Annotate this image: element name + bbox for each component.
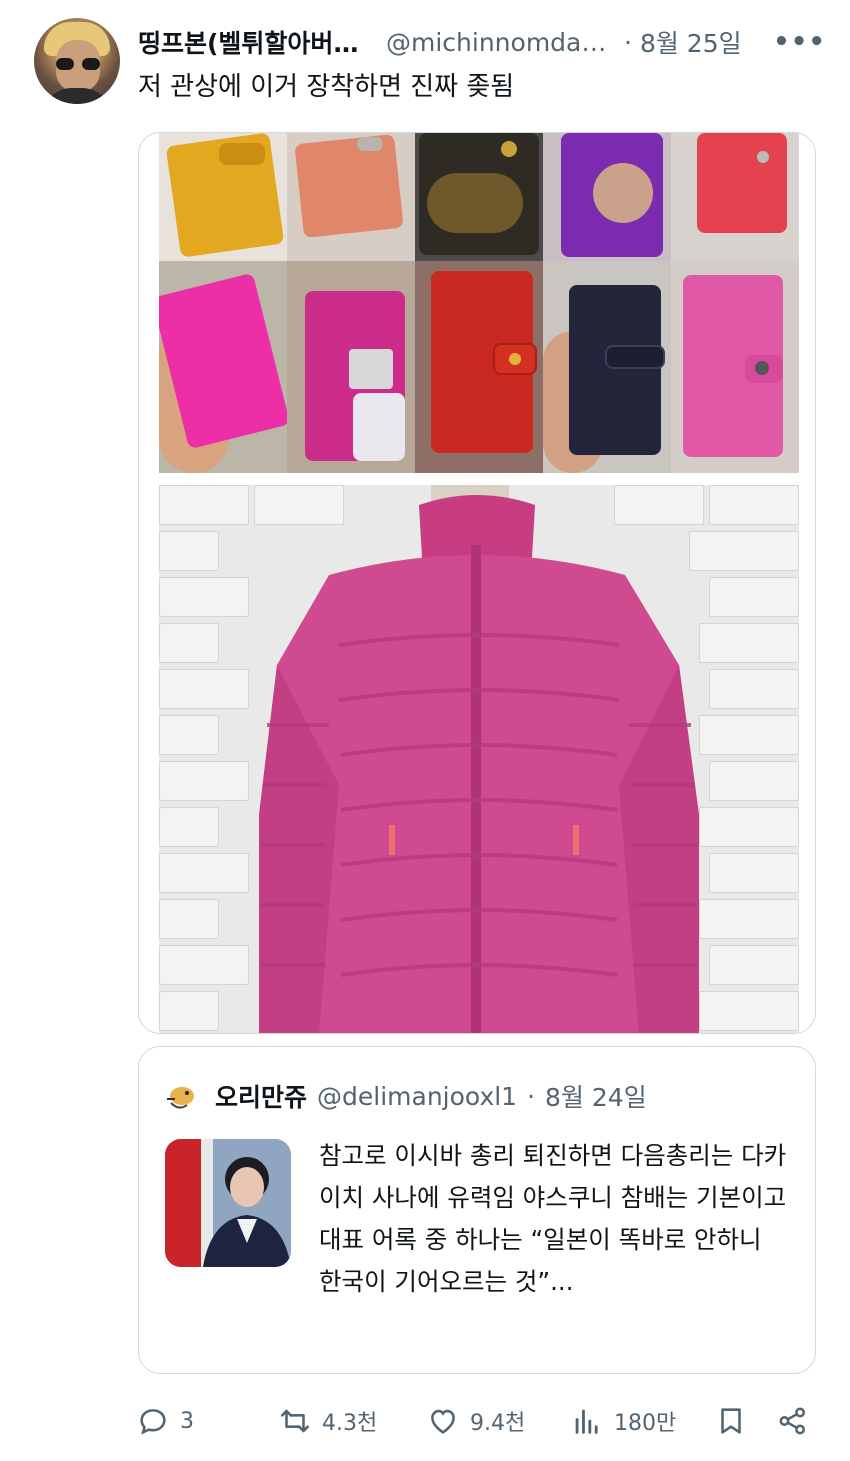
like-button[interactable]: 9.4천	[426, 1398, 525, 1444]
bookmark-icon	[721, 1408, 741, 1434]
quoted-tweet[interactable]: 오리만쥬 @delimanjooxl1 · 8월 24일 참고로 이시바 총리 …	[138, 1046, 816, 1374]
quote-thumbnail[interactable]	[165, 1139, 291, 1267]
tweet-date[interactable]: 8월 25일	[640, 24, 742, 60]
author-name[interactable]: 띵프본(벨튀할아버지)	[138, 24, 366, 60]
reply-button[interactable]: 3	[136, 1398, 194, 1444]
retweet-button[interactable]: 4.3천	[278, 1398, 377, 1444]
like-icon	[431, 1409, 455, 1434]
tweet-media[interactable]	[138, 132, 816, 1034]
quote-text: 참고로 이시바 총리 퇴진하면 다음총리는 다카이치 사나에 유력임 야스쿠니 …	[319, 1141, 787, 1296]
quote-author-handle: @delimanjooxl1	[317, 1081, 518, 1111]
reply-icon	[140, 1409, 166, 1435]
retweet-icon	[280, 1409, 310, 1433]
quote-author-avatar	[161, 1077, 199, 1115]
author-avatar[interactable]	[34, 18, 120, 104]
tweet-text: 저 관상에 이거 장착하면 진짜 좆됨	[138, 72, 515, 102]
quote-date: 8월 24일	[545, 1083, 647, 1112]
jacket-image[interactable]	[159, 485, 799, 1033]
retweet-count: 4.3천	[322, 1411, 378, 1436]
tweet-header: 띵프본(벨튀할아버지) @michinnomdaebal · 8월 25일 ••…	[138, 22, 826, 62]
like-count: 9.4천	[470, 1411, 526, 1436]
wallets-image[interactable]	[159, 133, 799, 473]
reply-count: 3	[180, 1408, 194, 1434]
views-icon	[575, 1409, 598, 1434]
separator-dot: ·	[527, 1081, 536, 1111]
more-icon[interactable]: •••	[773, 27, 826, 57]
quote-header: 오리만쥬 @delimanjooxl1 · 8월 24일	[161, 1077, 647, 1115]
author-handle[interactable]: @michinnomdaebal	[386, 28, 616, 57]
action-bar: 3 4.3천 9.4천 180만	[136, 1398, 826, 1444]
bookmark-button[interactable]	[714, 1398, 758, 1444]
separator-dot: ·	[624, 27, 632, 57]
quote-author-name: 오리만쥬	[215, 1083, 308, 1112]
share-button[interactable]	[776, 1398, 820, 1444]
share-icon	[779, 1407, 806, 1435]
views-button[interactable]: 180만	[570, 1398, 676, 1444]
view-count: 180만	[614, 1411, 677, 1436]
